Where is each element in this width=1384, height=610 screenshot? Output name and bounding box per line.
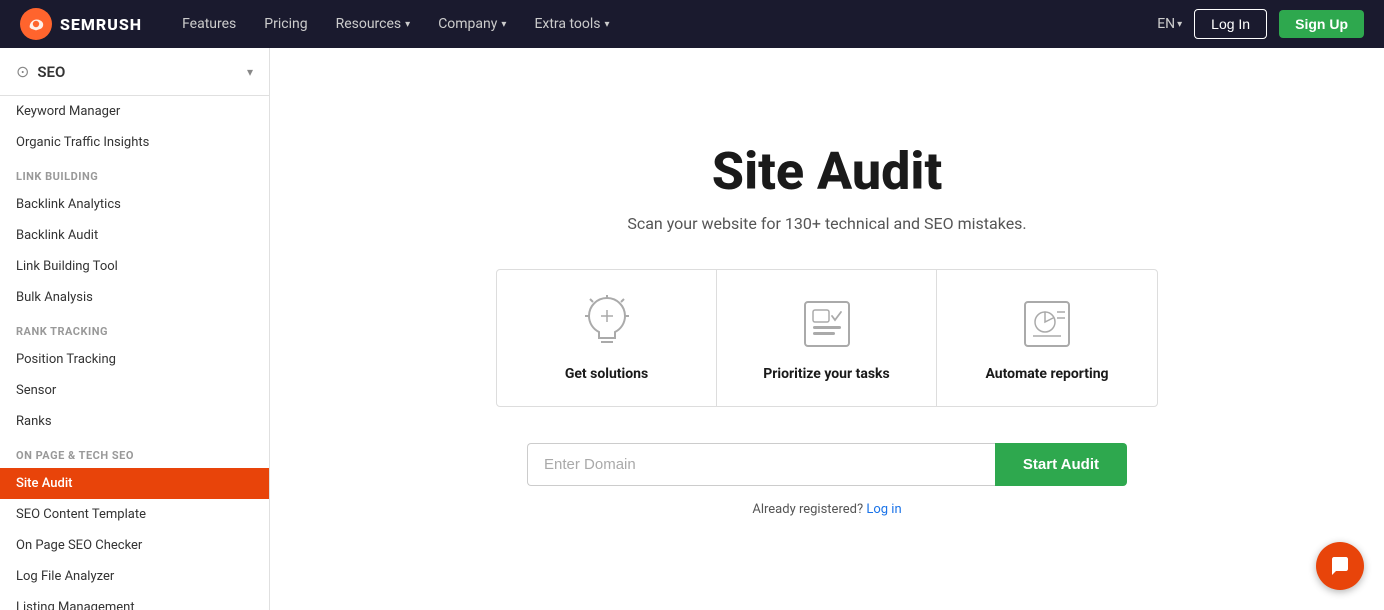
sidebar-item-organic-traffic[interactable]: Organic Traffic Insights [0, 127, 269, 158]
feature-automate-label: Automate reporting [985, 366, 1108, 382]
lightbulb-icon [577, 294, 637, 354]
already-registered-text: Already registered? Log in [752, 502, 901, 517]
sidebar-item-keyword-manager[interactable]: Keyword Manager [0, 96, 269, 127]
top-nav: SEMRUSH Features Pricing Resources ▾ Com… [0, 0, 1384, 48]
semrush-logo-icon [20, 8, 52, 40]
sidebar-item-on-page-seo-checker[interactable]: On Page SEO Checker [0, 530, 269, 561]
sidebar-item-backlink-audit[interactable]: Backlink Audit [0, 220, 269, 251]
sidebar-section-link-building: LINK BUILDING [0, 158, 269, 189]
sidebar-item-backlink-analytics[interactable]: Backlink Analytics [0, 189, 269, 220]
login-button[interactable]: Log In [1194, 9, 1267, 39]
sidebar-item-site-audit[interactable]: Site Audit [0, 468, 269, 499]
feature-card-prioritize: Prioritize your tasks [717, 270, 937, 406]
sidebar-item-bulk-analysis[interactable]: Bulk Analysis [0, 282, 269, 313]
main-layout: ⊙ SEO ▾ Keyword Manager Organic Traffic … [0, 48, 1384, 610]
domain-input-row: Start Audit [527, 443, 1127, 486]
domain-input[interactable] [527, 443, 995, 486]
sidebar-item-link-building-tool[interactable]: Link Building Tool [0, 251, 269, 282]
sidebar-item-listing-management[interactable]: Listing Management [0, 592, 269, 610]
sidebar-item-sensor[interactable]: Sensor [0, 375, 269, 406]
nav-right: EN ▾ Log In Sign Up [1157, 9, 1364, 39]
chat-bubble[interactable] [1316, 542, 1364, 590]
feature-solutions-label: Get solutions [565, 366, 648, 382]
sidebar-header-left: ⊙ SEO [16, 62, 65, 81]
nav-pricing[interactable]: Pricing [252, 10, 319, 38]
semrush-logo-text: SEMRUSH [60, 15, 142, 34]
feature-card-solutions: Get solutions [497, 270, 717, 406]
sidebar-item-position-tracking[interactable]: Position Tracking [0, 344, 269, 375]
seo-header-icon: ⊙ [16, 62, 29, 81]
sidebar-section-on-page-tech-seo: ON PAGE & TECH SEO [0, 437, 269, 468]
main-content: Site Audit Scan your website for 130+ te… [270, 48, 1384, 610]
checklist-icon [797, 294, 857, 354]
nav-extra-tools[interactable]: Extra tools ▾ [522, 10, 621, 38]
sidebar: ⊙ SEO ▾ Keyword Manager Organic Traffic … [0, 48, 270, 610]
feature-cards: Get solutions Prioritize your tasks [496, 269, 1158, 407]
page-subtitle: Scan your website for 130+ technical and… [627, 214, 1026, 233]
sidebar-seo-title: SEO [37, 63, 65, 81]
nav-company[interactable]: Company ▾ [426, 10, 518, 38]
start-audit-button[interactable]: Start Audit [995, 443, 1127, 486]
nav-links: Features Pricing Resources ▾ Company ▾ E… [170, 10, 1149, 38]
nav-resources[interactable]: Resources ▾ [324, 10, 423, 38]
sidebar-item-ranks[interactable]: Ranks [0, 406, 269, 437]
sidebar-item-seo-content-template[interactable]: SEO Content Template [0, 499, 269, 530]
sidebar-seo-header[interactable]: ⊙ SEO ▾ [0, 48, 269, 96]
page-title: Site Audit [712, 141, 942, 202]
login-link[interactable]: Log in [866, 502, 901, 517]
sidebar-section-rank-tracking: RANK TRACKING [0, 313, 269, 344]
signup-button[interactable]: Sign Up [1279, 10, 1364, 38]
feature-prioritize-label: Prioritize your tasks [763, 366, 889, 382]
sidebar-item-log-file-analyzer[interactable]: Log File Analyzer [0, 561, 269, 592]
nav-features[interactable]: Features [170, 10, 248, 38]
chat-icon [1329, 555, 1351, 577]
logo[interactable]: SEMRUSH [20, 8, 142, 40]
language-selector[interactable]: EN ▾ [1157, 16, 1182, 32]
report-icon [1017, 294, 1077, 354]
sidebar-chevron-icon: ▾ [247, 65, 253, 79]
feature-card-automate: Automate reporting [937, 270, 1157, 406]
